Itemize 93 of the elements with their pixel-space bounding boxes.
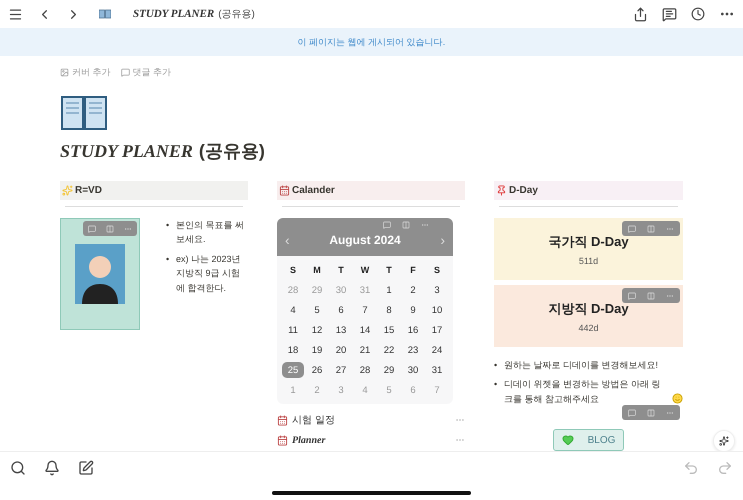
columns-icon[interactable]: [646, 408, 655, 417]
calendar-day[interactable]: 20: [330, 342, 352, 358]
calendar-day[interactable]: 18: [282, 342, 304, 358]
calendar-icon: [277, 414, 288, 426]
calendar-day[interactable]: 13: [330, 322, 352, 338]
month-title: August 2024: [329, 233, 401, 247]
dday-title: 국가직 D-Day: [548, 232, 629, 250]
calendar-day[interactable]: 26: [306, 362, 328, 378]
calendar-day[interactable]: 30: [402, 362, 424, 378]
published-banner: 이 페이지는 웹에 게시되어 있습니다.: [0, 28, 743, 56]
comment-icon[interactable]: [88, 224, 96, 232]
page-title-suffix: (공유용): [218, 8, 255, 21]
calendar-day[interactable]: 21: [354, 342, 376, 358]
bullet-text: 원하는 날짜로 디데이를 변경해보세요!: [504, 359, 660, 372]
comment-icon[interactable]: [382, 221, 391, 229]
sparkle-icon: [719, 436, 729, 446]
columns-icon[interactable]: [402, 221, 410, 229]
calendar-day[interactable]: 9: [402, 302, 424, 318]
calendar-day[interactable]: 6: [330, 302, 352, 318]
blog-button[interactable]: BLOG: [552, 429, 624, 452]
weekday-label: F: [409, 264, 417, 277]
calendar-day[interactable]: 1: [378, 282, 400, 298]
comment-icon[interactable]: [628, 408, 636, 417]
sparkle-icon: [62, 185, 73, 196]
weekday-label: W: [360, 264, 370, 277]
heart-icon: [562, 434, 574, 446]
redo-icon[interactable]: [717, 460, 733, 476]
sparkle-button[interactable]: [713, 430, 735, 452]
smiley-icon: [672, 393, 683, 404]
bullet-mark: •: [166, 252, 170, 266]
columns-icon[interactable]: [646, 292, 655, 300]
calendar-day[interactable]: 27: [330, 362, 352, 378]
calendar-day[interactable]: 22: [378, 342, 400, 358]
calendar-day[interactable]: 28: [354, 362, 376, 378]
calendar-day[interactable]: 10: [426, 302, 448, 318]
calendar-day[interactable]: 17: [426, 322, 448, 338]
dday-title: 지방직 D-Day: [548, 300, 629, 318]
bullet-mark: •: [494, 378, 498, 392]
page-title: STUDY PLANER: [133, 8, 214, 20]
calendar-day[interactable]: 3: [426, 282, 448, 298]
weekday-label: T: [385, 264, 393, 277]
weekday-label: S: [288, 264, 297, 277]
calendar-day[interactable]: 31: [426, 362, 448, 378]
calendar-day[interactable]: 12: [306, 322, 328, 338]
columns-icon[interactable]: [646, 224, 655, 232]
calendar-day[interactable]: 23: [402, 342, 424, 358]
bullet-text: 디데이 위젯을 변경하는 방법은 아래 링크를 통해 참고해주세요: [504, 378, 662, 406]
bullet-text: 본인의 목표를 써보세요.: [176, 219, 246, 246]
book-icon: [60, 93, 108, 131]
pin-icon: [496, 185, 507, 196]
calendar-day[interactable]: 29: [378, 362, 400, 378]
calendar-day[interactable]: 4: [282, 302, 304, 318]
calendar-day[interactable]: 19: [306, 342, 328, 358]
calendar-icon: [277, 434, 288, 446]
calendar-day[interactable]: 15: [378, 322, 400, 338]
page-heading: STUDY PLANER: [60, 141, 193, 162]
calendar-day[interactable]: 2: [402, 282, 424, 298]
comment-icon[interactable]: [628, 224, 636, 232]
calendar-day[interactable]: 8: [378, 302, 400, 318]
dday-count: 442d: [578, 322, 599, 332]
columns-icon[interactable]: [106, 224, 114, 232]
calendar-day[interactable]: 11: [282, 322, 304, 338]
menu-icon[interactable]: [8, 6, 23, 22]
comment-icon: [120, 68, 130, 77]
heading-text: R=VD: [75, 185, 102, 196]
clock-icon[interactable]: [691, 7, 705, 21]
dday-count: 511d: [578, 256, 598, 266]
bell-icon[interactable]: [44, 460, 60, 476]
search-icon[interactable]: [10, 460, 26, 476]
heading-text: Calander: [292, 185, 335, 196]
bullet-mark: •: [494, 359, 498, 372]
image-icon: [60, 68, 69, 77]
weekday-label: M: [312, 264, 322, 277]
calendar-day[interactable]: 24: [426, 342, 448, 358]
edit-icon[interactable]: [78, 460, 94, 476]
calendar-icon: [279, 185, 290, 196]
heading-text: D-Day: [509, 185, 538, 196]
comment-icon[interactable]: [628, 292, 636, 300]
book-icon: [99, 9, 111, 19]
calendar-day[interactable]: 14: [354, 322, 376, 338]
undo-icon[interactable]: [683, 460, 699, 476]
subpage-link[interactable]: 시험 일정: [292, 413, 335, 427]
calendar-day[interactable]: 16: [402, 322, 424, 338]
calendar-day[interactable]: 5: [306, 302, 328, 318]
weekday-label: T: [337, 264, 345, 277]
calendar-day[interactable]: 7: [354, 302, 376, 318]
page-heading-suffix: (공유용): [198, 140, 265, 163]
subpage-link[interactable]: Planner: [292, 434, 326, 446]
weekday-label: S: [432, 264, 441, 277]
share-icon[interactable]: [633, 6, 648, 22]
bullet-text: ex) 나는 2023년 지방직 9급 시험에 합격한다.: [176, 252, 242, 295]
comments-icon[interactable]: [662, 6, 677, 22]
bullet-mark: •: [166, 219, 170, 232]
